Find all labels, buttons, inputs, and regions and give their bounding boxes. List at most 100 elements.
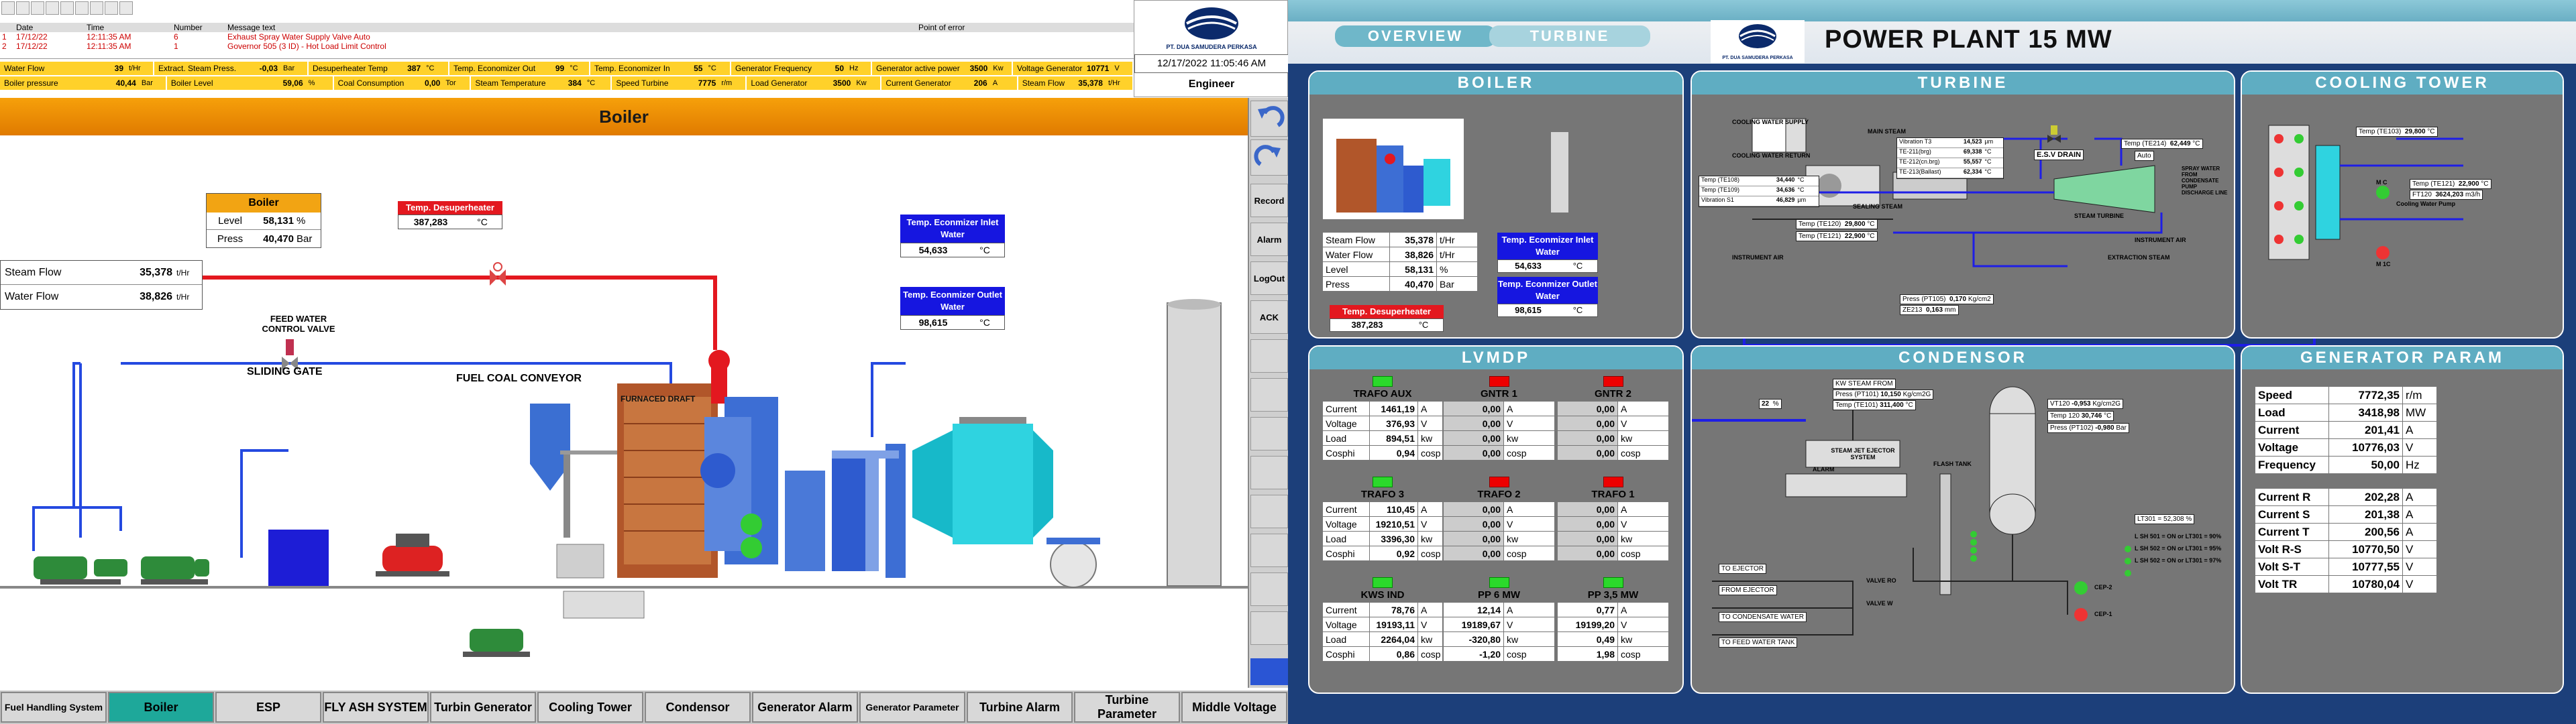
- row-label: Load: [1323, 532, 1370, 546]
- row-label: Voltage: [1323, 416, 1370, 430]
- press-unit: Bar: [297, 233, 313, 245]
- nav-button[interactable]: Condensor: [645, 692, 751, 723]
- status-unit: °C: [426, 64, 435, 72]
- cooling-pump-m1c-icon[interactable]: [2376, 246, 2390, 259]
- cooling-water-pump-icon[interactable]: [2376, 186, 2390, 199]
- feed-pump-icon[interactable]: [34, 556, 127, 585]
- row-unit: Hz: [2406, 458, 2420, 471]
- row-value: 0,00: [1444, 517, 1504, 531]
- header-cell: Date: [16, 23, 34, 32]
- panel-title: COOLING TOWER: [2242, 72, 2563, 95]
- nav-button[interactable]: Cooling Tower: [537, 692, 643, 723]
- lvmdp-group: TRAFO 1 0,00 A 0,00 V 0,00 kw 0,00 cosp: [1558, 477, 1668, 561]
- tab-overview[interactable]: OVERVIEW: [1335, 25, 1496, 47]
- air-compressor-icon[interactable]: [376, 534, 449, 577]
- readout-unit: µm: [1984, 138, 1994, 145]
- status-value: 384: [568, 78, 582, 88]
- group-name: GNTR 1: [1480, 388, 1517, 400]
- cep2-pump-icon[interactable]: [2074, 581, 2088, 595]
- flow-info-box: Steam Flow 35,378 t/Hr Water Flow 38,826 t/H…: [0, 260, 203, 310]
- nav-blank-button[interactable]: [1250, 378, 1288, 412]
- toolbar-icon[interactable]: [75, 1, 89, 15]
- redo-button[interactable]: [1250, 139, 1288, 176]
- generator-row: Current R 202,28 A: [2255, 489, 2436, 506]
- group-table: Current 110,45 A Voltage 19210,51 V Load 3396,3…: [1323, 502, 1442, 561]
- nav-button[interactable]: ESP: [215, 692, 321, 723]
- status-cell: Extract. Steam Press. -0,03 Bar: [154, 62, 309, 75]
- id-fan-icon[interactable]: [1046, 538, 1100, 588]
- group-name: TRAFO 3: [1360, 489, 1405, 500]
- nav-blank-button[interactable]: [1250, 456, 1288, 489]
- te120-unit: °C: [1867, 221, 1875, 228]
- nav-blank-button[interactable]: [1250, 417, 1288, 450]
- water-tank: [268, 530, 329, 586]
- nav-button[interactable]: Middle Voltage: [1181, 692, 1287, 723]
- toolbar-icon[interactable]: [60, 1, 74, 15]
- vt120-readout: VT120 -0,953 Kg/cm2G: [2047, 399, 2124, 409]
- cep1-pump-icon[interactable]: [2074, 608, 2088, 621]
- nav-button[interactable]: Generator Alarm: [752, 692, 858, 723]
- eco-outlet-value-box: 98,615 °C: [900, 315, 1005, 330]
- nav-button[interactable]: Generator Parameter: [859, 692, 965, 723]
- steam-flow-unit: t/Hr: [176, 267, 190, 278]
- row-value: 201,41: [2329, 422, 2403, 438]
- row-unit: kw: [1507, 533, 1519, 544]
- steam-valve-icon[interactable]: [490, 262, 506, 286]
- header-cell: Message text: [227, 23, 276, 32]
- toolbar-icon[interactable]: [90, 1, 103, 15]
- alarm-button[interactable]: Alarm: [1250, 223, 1288, 256]
- te214-unit: °C: [2192, 140, 2200, 147]
- esv-valve-icon[interactable]: [2047, 125, 2061, 143]
- row-unit: A: [1507, 403, 1513, 414]
- alarm-row[interactable]: 2 17/12/22 12:11:35 AM 1 Governor 505 (3…: [0, 42, 1134, 51]
- tab-turbine[interactable]: TURBINE: [1489, 25, 1650, 47]
- header-stripe: [1288, 0, 2576, 21]
- group-row: Current 78,76 A: [1323, 603, 1442, 617]
- lvmdp-group: PP 3,5 MW 0,77 A 19199,20 V 0,49 kw 1,98 cosp: [1558, 577, 1668, 662]
- record-button[interactable]: Record: [1250, 184, 1288, 217]
- nav-button[interactable]: Turbine Alarm: [967, 692, 1073, 723]
- row-value: 110,45: [1370, 502, 1418, 516]
- toolbar-icon[interactable]: [46, 1, 59, 15]
- toolbar-icon[interactable]: [31, 1, 44, 15]
- toolbar-icon[interactable]: [119, 1, 133, 15]
- row-label: Press: [1323, 277, 1390, 291]
- toolbar-icon[interactable]: [105, 1, 118, 15]
- boiler-row: Water Flow 38,826 t/Hr: [1323, 247, 1477, 262]
- nav-blank-button[interactable]: [1250, 572, 1288, 606]
- nav-button[interactable]: Turbine Parameter: [1074, 692, 1180, 723]
- logout-button[interactable]: LogOut: [1250, 261, 1288, 295]
- group-table: 12,14 A 19189,67 V -320,80 kw -1,20 cosp: [1444, 603, 1554, 662]
- readout-unit: °C: [1797, 186, 1805, 193]
- status-unit: °C: [570, 64, 578, 72]
- ash-pump-icon[interactable]: [463, 629, 530, 657]
- nav-button[interactable]: FLY ASH SYSTEM: [323, 692, 429, 723]
- vt120-value: -0,953: [2072, 400, 2091, 408]
- nav-blank-button[interactable]: [1250, 611, 1288, 645]
- ack-button[interactable]: ACK: [1250, 300, 1288, 334]
- desuperheater-unit: °C: [477, 217, 488, 227]
- auto-mode-label[interactable]: Auto: [2135, 151, 2154, 161]
- te121-unit: °C: [1867, 233, 1875, 240]
- nav-blank-button[interactable]: [1250, 534, 1288, 567]
- fuel-coal-label: FUEL COAL CONVEYOR: [456, 373, 582, 384]
- alarm-row[interactable]: 1 17/12/22 12:11:35 AM 6 Exhaust Spray W…: [0, 32, 1134, 42]
- toolbar-icon[interactable]: [1, 1, 15, 15]
- nav-button[interactable]: Turbin Generator: [430, 692, 536, 723]
- nav-button[interactable]: Fuel Handling System: [1, 692, 107, 723]
- feed-pump-icon[interactable]: [141, 556, 209, 585]
- pt101-value: 10,150: [1880, 391, 1901, 398]
- turbine-label: EXTRACTION STEAM: [2108, 254, 2170, 261]
- nav-blank-button[interactable]: [1250, 339, 1288, 373]
- row-unit: V: [1621, 518, 1627, 530]
- group-row: 0,00 cosp: [1558, 446, 1668, 461]
- toolbar-icon[interactable]: [16, 1, 30, 15]
- nav-button[interactable]: Boiler: [108, 692, 214, 723]
- undo-button[interactable]: [1250, 101, 1288, 137]
- te214-label: Temp (TE214): [2124, 140, 2167, 147]
- nav-blank-button[interactable]: [1250, 495, 1288, 528]
- ze213-readout: ZE213 0,163 mm: [1900, 305, 1959, 315]
- row-value: 38,826: [1390, 247, 1437, 261]
- cell: 1: [2, 32, 7, 42]
- row-unit: kw: [1621, 533, 1633, 544]
